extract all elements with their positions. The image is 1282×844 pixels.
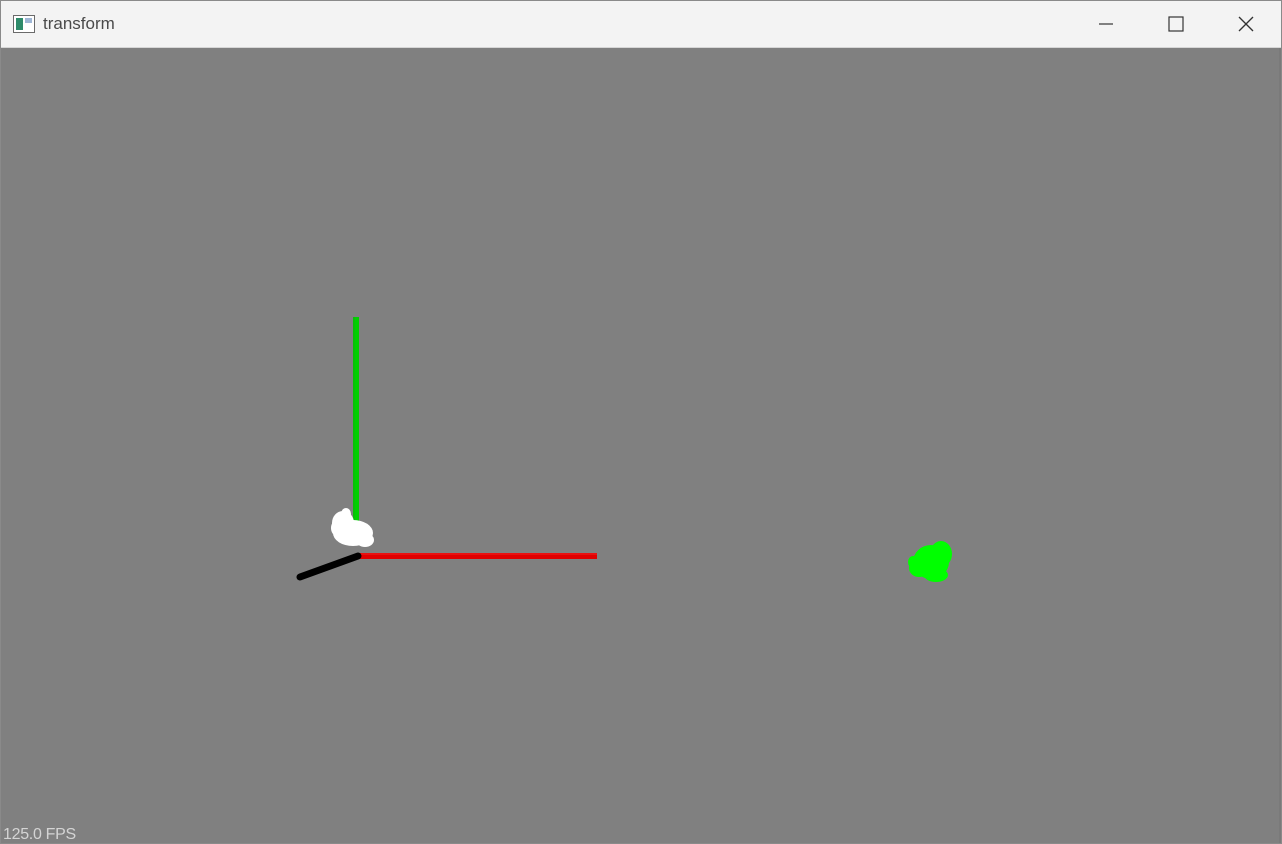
close-button[interactable] [1211, 1, 1281, 47]
window-right-border [1279, 48, 1281, 843]
close-icon [1238, 16, 1254, 32]
fps-counter: 125.0 FPS [3, 826, 76, 843]
minimize-button[interactable] [1071, 1, 1141, 47]
title-bar[interactable]: transform [1, 1, 1281, 48]
transformed-model [908, 541, 952, 582]
app-window-icon [13, 15, 35, 33]
scene-canvas [296, 317, 952, 582]
render-viewport[interactable]: 125.0 FPS [1, 48, 1281, 843]
maximize-button[interactable] [1141, 1, 1211, 47]
window-title: transform [43, 14, 115, 33]
maximize-icon [1168, 16, 1184, 32]
origin-model [331, 508, 374, 547]
minimize-icon [1099, 23, 1113, 25]
z-axis-line [296, 552, 362, 581]
app-window: transform 125.0 FPS [0, 0, 1282, 844]
